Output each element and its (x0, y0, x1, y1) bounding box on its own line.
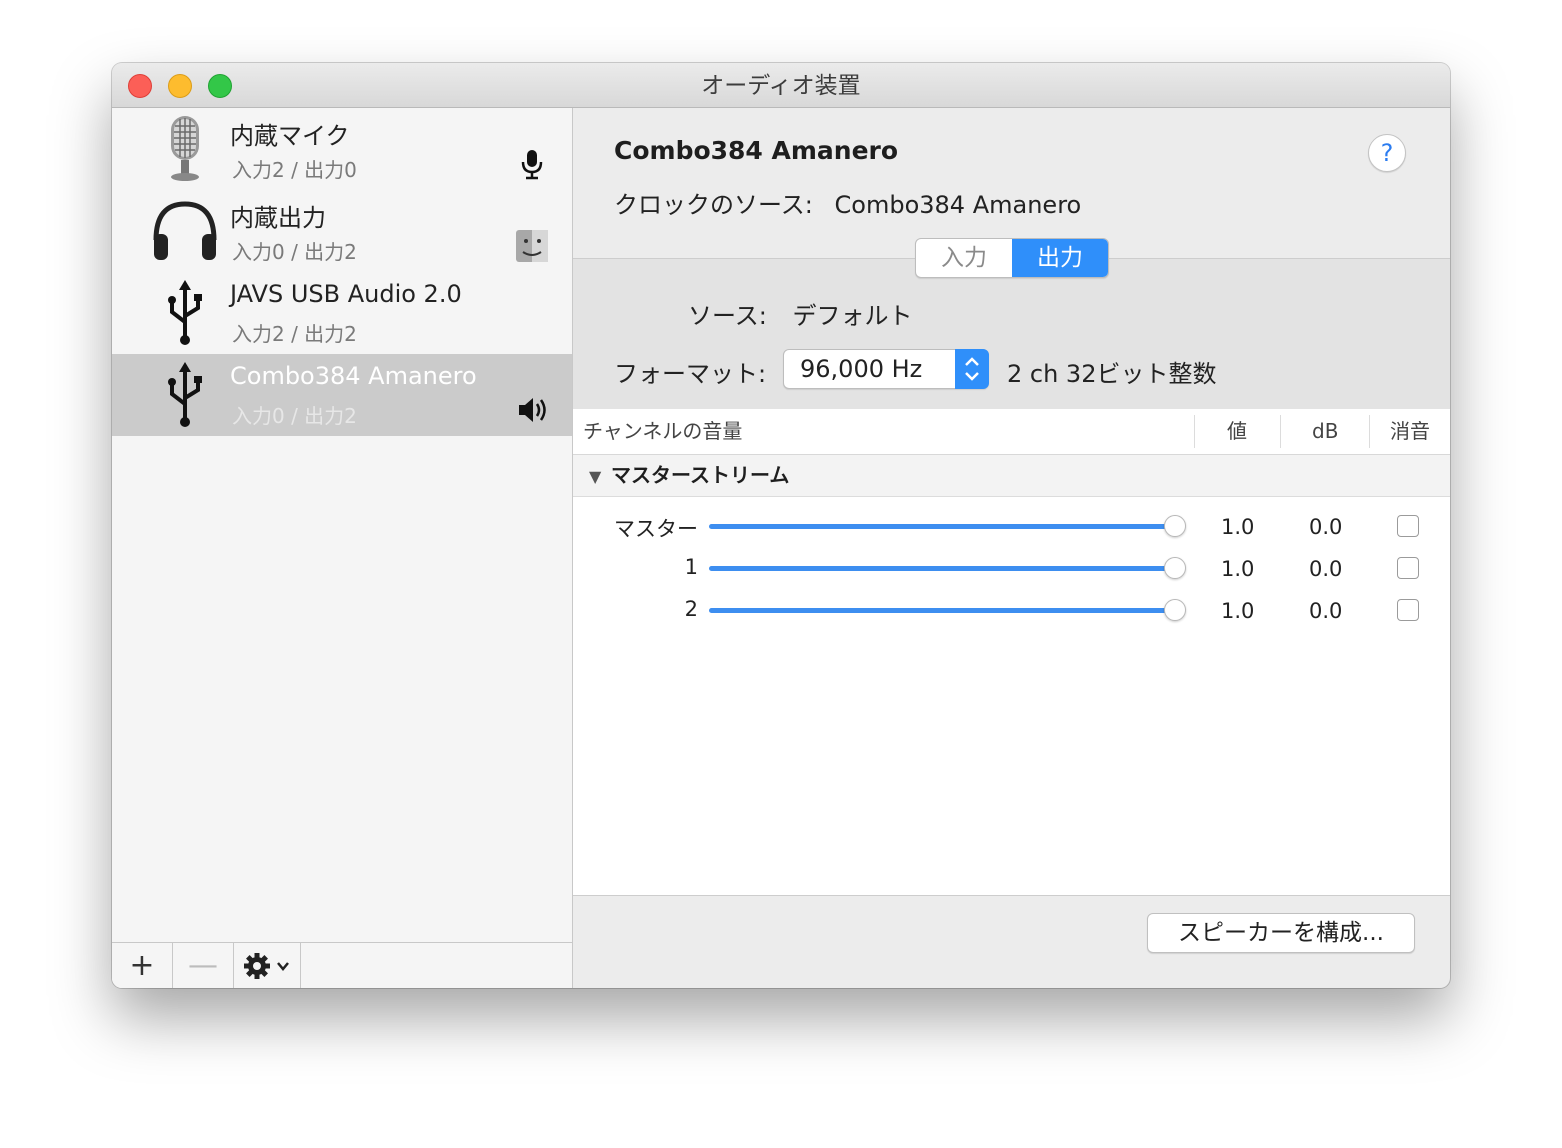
format-label: フォーマット: (614, 360, 767, 388)
volume-db: 0.0 (1309, 599, 1343, 623)
source-label: ソース: (688, 302, 767, 330)
remove-device-button[interactable]: — (173, 943, 234, 988)
mute-checkbox[interactable] (1397, 599, 1419, 621)
chevron-down-icon (277, 961, 289, 971)
device-item-javs-usb[interactable]: JAVS USB Audio 2.0 入力2 / 出力2 (112, 272, 572, 354)
device-io: 入力2 / 出力2 (232, 322, 357, 346)
mute-checkbox[interactable] (1397, 557, 1419, 579)
volume-slider-knob[interactable] (1164, 557, 1186, 579)
add-device-button[interactable]: + (112, 943, 173, 988)
usb-icon (168, 362, 202, 427)
device-sidebar: 内蔵マイク 入力2 / 出力0 内蔵出力 入力0 / 出力2 JAVS USB … (112, 108, 573, 988)
volume-db: 0.0 (1309, 557, 1343, 581)
volume-slider-knob[interactable] (1164, 515, 1186, 537)
volume-value: 1.0 (1221, 557, 1255, 581)
device-name: 内蔵マイク (230, 122, 350, 150)
tab-output[interactable]: 出力 (1012, 239, 1108, 277)
column-header-db[interactable]: dB (1312, 409, 1338, 453)
channel-label: 1 (684, 555, 698, 579)
speaker-badge-icon (519, 398, 546, 422)
device-item-builtin-output[interactable]: 内蔵出力 入力0 / 出力2 (112, 190, 572, 272)
table-row: 1 1.0 0.0 (573, 547, 1450, 589)
device-name: Combo384 Amanero (230, 362, 477, 390)
column-header-value[interactable]: 値 (1227, 409, 1247, 453)
format-select[interactable]: 96,000 Hz (783, 349, 989, 389)
configure-speakers-button[interactable]: スピーカーを構成... (1147, 913, 1415, 953)
volume-slider[interactable] (709, 566, 1179, 571)
disclosure-triangle-icon[interactable]: ▼ (589, 467, 601, 486)
column-header-mute[interactable]: 消音 (1390, 409, 1430, 453)
column-divider (1194, 415, 1195, 448)
title-bar: オーディオ装置 (112, 63, 1450, 108)
microphone-icon (171, 116, 199, 181)
device-name: 内蔵出力 (230, 204, 326, 232)
device-io: 入力2 / 出力0 (232, 158, 357, 182)
column-divider (1369, 415, 1370, 448)
table-row: 2 1.0 0.0 (573, 589, 1450, 631)
up-down-chevron-icon (965, 357, 979, 381)
gear-icon (244, 952, 289, 979)
action-menu-button[interactable] (234, 943, 301, 988)
mic-badge-icon (521, 150, 543, 180)
volume-value: 1.0 (1221, 599, 1255, 623)
mute-checkbox[interactable] (1397, 515, 1419, 537)
tab-input[interactable]: 入力 (916, 239, 1012, 277)
table-row: マスター 1.0 0.0 (573, 505, 1450, 547)
device-name: JAVS USB Audio 2.0 (230, 280, 462, 308)
format-stepper[interactable] (955, 349, 989, 389)
volume-db: 0.0 (1309, 515, 1343, 539)
sidebar-toolbar: + — (112, 942, 572, 988)
column-header-channel[interactable]: チャンネルの音量 (583, 409, 742, 453)
help-button[interactable]: ? (1368, 134, 1406, 172)
volume-value: 1.0 (1221, 515, 1255, 539)
device-io: 入力0 / 出力2 (232, 240, 357, 264)
volume-slider-knob[interactable] (1164, 599, 1186, 621)
column-divider (1280, 415, 1281, 448)
device-io: 入力0 / 出力2 (232, 404, 357, 428)
channel-volume-table: チャンネルの音量 値 dB 消音 ▼ マスターストリーム マスター 1.0 0.… (573, 409, 1450, 896)
window-title: オーディオ装置 (701, 73, 861, 99)
usb-icon (168, 280, 202, 345)
group-name: マスターストリーム (611, 463, 790, 487)
audio-midi-window: オーディオ装置 内蔵マイク 入力2 / 出力0 内蔵出力 入力0 / 出力2 J… (112, 63, 1450, 988)
source-value: デフォルト (792, 302, 913, 330)
format-description: 2 ch 32ビット整数 (1007, 360, 1217, 388)
device-item-combo384[interactable]: Combo384 Amanero 入力0 / 出力2 (112, 354, 572, 436)
clock-source-value[interactable]: Combo384 Amanero (835, 191, 1082, 219)
io-tab-control: 入力 出力 (915, 238, 1109, 278)
channel-label: 2 (684, 597, 698, 621)
device-detail-panel: Combo384 Amanero ? クロックのソース: Combo384 Am… (573, 108, 1450, 988)
channel-label: マスター (614, 517, 698, 541)
format-value: 96,000 Hz (800, 355, 923, 383)
clock-source-label: クロックのソース: (614, 191, 813, 219)
volume-slider[interactable] (709, 524, 1179, 529)
finder-badge-icon (516, 230, 548, 262)
device-item-builtin-mic[interactable]: 内蔵マイク 入力2 / 出力0 (112, 108, 572, 190)
clock-source-row: クロックのソース: Combo384 Amanero (614, 185, 1081, 220)
headphones-icon (153, 201, 217, 260)
source-row: ソース: デフォルト (688, 296, 913, 331)
device-title: Combo384 Amanero (614, 136, 899, 165)
volume-slider[interactable] (709, 608, 1179, 613)
master-stream-group[interactable]: ▼ マスターストリーム (573, 455, 1450, 497)
table-header: チャンネルの音量 値 dB 消音 (573, 409, 1450, 455)
